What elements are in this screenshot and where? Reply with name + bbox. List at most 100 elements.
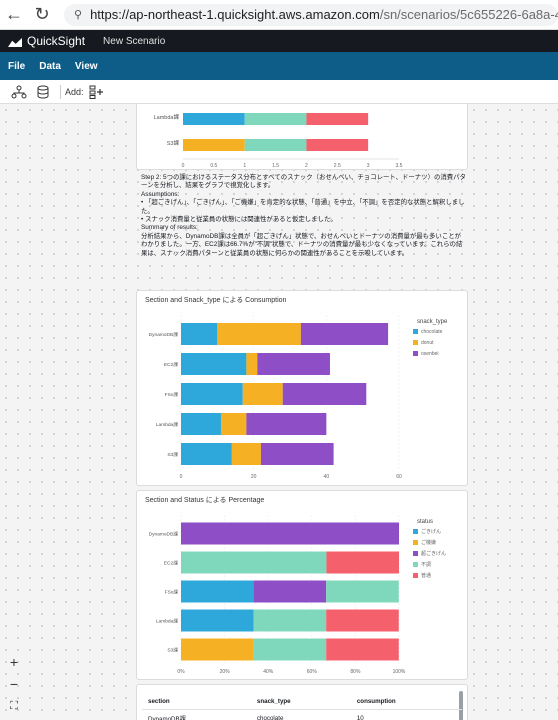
bar-segment bbox=[282, 383, 367, 405]
bar-segment bbox=[326, 609, 399, 632]
legend-label: ご機嫌 bbox=[421, 539, 436, 546]
category-label: EC2課 bbox=[164, 560, 178, 567]
url-host: https://ap-northeast-1.quicksight.aws.am… bbox=[90, 7, 380, 22]
table-row: DynamoDB課 chocolate 10 bbox=[142, 710, 462, 720]
tick-label: 0 bbox=[182, 163, 185, 169]
bar-segment bbox=[181, 551, 327, 574]
legend-label: 不調 bbox=[421, 561, 431, 568]
column-header[interactable]: snack_type bbox=[250, 694, 351, 710]
bar-segment bbox=[181, 443, 232, 465]
assumption-item: • 「超ごきげん」、「ごきげん」、「ご機嫌」を肯定的な状態、「普通」を中立、「不… bbox=[141, 199, 465, 215]
category-label: S3課 bbox=[167, 647, 178, 654]
menu-file[interactable]: File bbox=[8, 61, 25, 72]
summary-title: Summary of results: bbox=[141, 224, 198, 232]
legend-label: osenbei bbox=[421, 351, 439, 357]
scenario-canvas[interactable]: Lambda課 S3課 0 0.5 1 1.5 2 2.5 3 3.5 Step 2: 5つの課に… bbox=[0, 104, 558, 720]
tick-label: 2.5 bbox=[334, 163, 341, 169]
table-header-row: section snack_type consumption bbox=[142, 694, 462, 710]
table-cell: 10 bbox=[356, 715, 364, 720]
bar-segment bbox=[242, 383, 283, 405]
scenario-name[interactable]: New Scenario bbox=[103, 36, 165, 47]
bar-segment bbox=[231, 443, 261, 465]
table-cell: chocolate bbox=[256, 715, 284, 720]
back-arrow-icon[interactable]: ← bbox=[0, 4, 28, 25]
site-info-icon[interactable]: ⚲ bbox=[74, 8, 82, 21]
tick-label: 100% bbox=[393, 669, 406, 675]
category-label: DynamoDB課 bbox=[149, 331, 179, 338]
fit-to-screen-icon[interactable]: ⛶ bbox=[6, 698, 22, 714]
legend-label: donut bbox=[421, 340, 434, 346]
bar-segment bbox=[244, 113, 307, 125]
top-chart-svg: Lambda課 S3課 0 0.5 1 1.5 2 2.5 3 3.5 bbox=[154, 113, 403, 169]
tick-label: 40 bbox=[324, 474, 330, 480]
bar-segment bbox=[253, 609, 327, 632]
table-cell: DynamoDB課 bbox=[148, 716, 186, 720]
zoom-out-button[interactable]: − bbox=[6, 676, 22, 692]
legend-swatch bbox=[413, 562, 418, 567]
bar-segment bbox=[181, 580, 254, 603]
legend-label: 超ごきげん bbox=[421, 550, 446, 557]
tick-label: 0 bbox=[180, 474, 183, 480]
tick-label: 3 bbox=[367, 163, 370, 169]
assumptions-title: Assumptions: bbox=[141, 190, 180, 198]
menu-data[interactable]: Data bbox=[39, 61, 61, 72]
chart-title: Section and Snack_type による Consumption bbox=[145, 297, 287, 304]
tick-label: 20 bbox=[251, 474, 257, 480]
quicksight-logo-icon bbox=[8, 35, 22, 47]
legend-swatch bbox=[413, 529, 418, 534]
legend-swatch bbox=[413, 340, 418, 345]
bar-segment bbox=[181, 353, 247, 375]
menu-view[interactable]: View bbox=[75, 61, 98, 72]
zoom-in-button[interactable]: + bbox=[6, 654, 22, 670]
bar-segment bbox=[306, 139, 369, 151]
bar-segment bbox=[181, 609, 254, 632]
chart-title: Section and Status による Percentage bbox=[145, 497, 265, 504]
add-label: Add: bbox=[65, 86, 84, 97]
bar-segment bbox=[253, 580, 327, 603]
address-bar[interactable]: ⚲ https://ap-northeast-1.quicksight.aws.… bbox=[64, 3, 558, 26]
app-name: QuickSight bbox=[27, 34, 86, 48]
category-label: Lambda課 bbox=[156, 618, 178, 625]
menu-bar: File Data View bbox=[0, 52, 558, 80]
tick-label: 3.5 bbox=[396, 163, 403, 169]
hierarchy-icon[interactable] bbox=[10, 85, 28, 99]
percentage-chart-panel[interactable]: Section and Status による Percentage 0% 20% 4… bbox=[136, 490, 468, 680]
legend-swatch bbox=[413, 540, 418, 545]
legend-swatch bbox=[413, 573, 418, 578]
category-label: Lambda課 bbox=[154, 113, 180, 121]
bar-segment bbox=[244, 139, 307, 151]
tick-label: 1.5 bbox=[272, 163, 279, 169]
top-chart-panel[interactable]: Lambda課 S3課 0 0.5 1 1.5 2 2.5 3 3.5 bbox=[136, 104, 468, 170]
tick-label: 2 bbox=[305, 163, 308, 169]
legend-label: chocolate bbox=[421, 329, 443, 335]
category-label: S3課 bbox=[167, 451, 178, 458]
category-label: Lambda課 bbox=[156, 421, 178, 428]
database-icon[interactable] bbox=[34, 85, 52, 99]
consumption-chart-panel[interactable]: Section and Snack_type による Consumption 0… bbox=[136, 290, 468, 486]
add-visual-icon[interactable] bbox=[88, 85, 106, 99]
percentage-chart-svg: 0% 20% 40% 60% 80% 100% DynamoDB課 EC2課 FSx課 Lambd… bbox=[149, 515, 446, 675]
tick-label: 0% bbox=[177, 669, 185, 675]
step-text: Step 2: 5つの課におけるステータス分布とすべてのスナック（おせんべい、チ… bbox=[141, 174, 466, 190]
bar-segment bbox=[260, 443, 334, 465]
column-header[interactable]: section bbox=[142, 694, 251, 710]
data-table: section snack_type consumption DynamoDB課… bbox=[142, 694, 462, 720]
tick-label: 0.5 bbox=[210, 163, 217, 169]
bar-segment bbox=[181, 522, 399, 545]
column-header[interactable]: consumption bbox=[350, 694, 462, 710]
tick-label: 60 bbox=[396, 474, 402, 480]
bar-segment bbox=[181, 638, 254, 661]
consumption-chart-svg: 0 20 40 60 DynamoDB課 EC2課 FSx課 Lambda課 S3課 snack_… bbox=[149, 315, 448, 480]
legend-label: ごきげん bbox=[421, 528, 441, 535]
bar-segment bbox=[257, 353, 330, 375]
bar-segment bbox=[253, 638, 327, 661]
bar-segment bbox=[326, 580, 399, 603]
assumption-item: • スナック消費量と従業員の状態には関連性があると仮定しました。 bbox=[141, 216, 337, 224]
legend-title: status bbox=[417, 519, 433, 525]
summary-text: 分析結果から、DynamoDB課は全員が「超ごきげん」状態で、おせんべいとドーナ… bbox=[141, 232, 463, 257]
bar-segment bbox=[326, 551, 399, 574]
bar-segment bbox=[217, 323, 301, 345]
category-label: FSx課 bbox=[165, 391, 179, 398]
reload-icon[interactable]: ↻ bbox=[28, 4, 56, 25]
bar-segment bbox=[181, 323, 218, 345]
